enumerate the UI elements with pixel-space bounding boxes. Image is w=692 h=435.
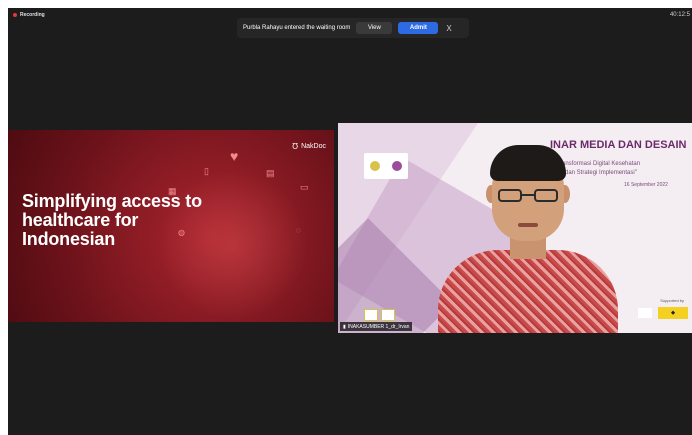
- mic-icon: ▮: [343, 323, 346, 330]
- glasses-icon: [498, 189, 558, 203]
- glasses-lens: [534, 189, 558, 202]
- record-dot-icon: [13, 13, 17, 17]
- brand-name: NakDoc: [301, 143, 326, 150]
- organizer-logos: [364, 153, 408, 179]
- stethoscope-icon: ◌: [296, 226, 301, 235]
- organizer-logo-icon: [392, 161, 402, 171]
- heart-icon: ♥: [230, 148, 239, 164]
- speaker-video-tile[interactable]: INAR MEDIA DAN DESAIN ransformasi Digita…: [338, 123, 692, 333]
- banner-date: 16 September 2022: [624, 182, 668, 188]
- partner-logo-icon: [381, 309, 395, 321]
- partner-logos: [364, 309, 395, 321]
- speaker-shirt: [438, 250, 618, 333]
- meeting-window: Recording 40:12:5 Purbla Rahayu entered …: [8, 8, 692, 435]
- speaker-hair: [490, 145, 566, 181]
- view-button[interactable]: View: [356, 22, 393, 34]
- supported-by-label: Supported by: [660, 298, 684, 303]
- phone-icon: ▯: [204, 166, 209, 176]
- recording-label: Recording: [20, 12, 45, 18]
- slide-title: Simplifying access to healthcare for Ind…: [22, 191, 202, 249]
- sponsor-logo-icon: ◆: [658, 307, 688, 319]
- partner-logo-icon: [364, 309, 378, 321]
- glasses-lens: [498, 189, 522, 202]
- admit-button[interactable]: Admit: [398, 22, 439, 34]
- notification-message: Purbla Rahayu entered the waiting room: [243, 25, 351, 31]
- waiting-room-notification: Purbla Rahayu entered the waiting room V…: [237, 18, 469, 38]
- shared-screen-tile[interactable]: ♥ ▯ ▤ ▦ ▭ ◍ ◌ Ʊ NakDoc Simplifying acces…: [8, 130, 334, 322]
- speaker-video: [428, 145, 628, 333]
- chart-icon: ▤: [266, 168, 275, 178]
- glasses-bridge: [522, 194, 534, 196]
- close-icon[interactable]: X: [446, 24, 451, 33]
- device-icon: ▭: [300, 182, 309, 192]
- organizer-logo-icon: [370, 161, 380, 171]
- participant-name-tag: ▮ INAKASUMBER 1_dr_Irvan: [340, 322, 413, 331]
- brand-mark-icon: Ʊ: [292, 142, 299, 151]
- meeting-timer: 40:12:5: [669, 12, 690, 18]
- speaker-mouth: [518, 223, 538, 227]
- nakdoc-logo: Ʊ NakDoc: [292, 142, 326, 151]
- sponsor-logo-icon: [638, 308, 652, 318]
- recording-indicator[interactable]: Recording: [13, 12, 45, 18]
- participant-name: INAKASUMBER 1_dr_Irvan: [347, 323, 410, 330]
